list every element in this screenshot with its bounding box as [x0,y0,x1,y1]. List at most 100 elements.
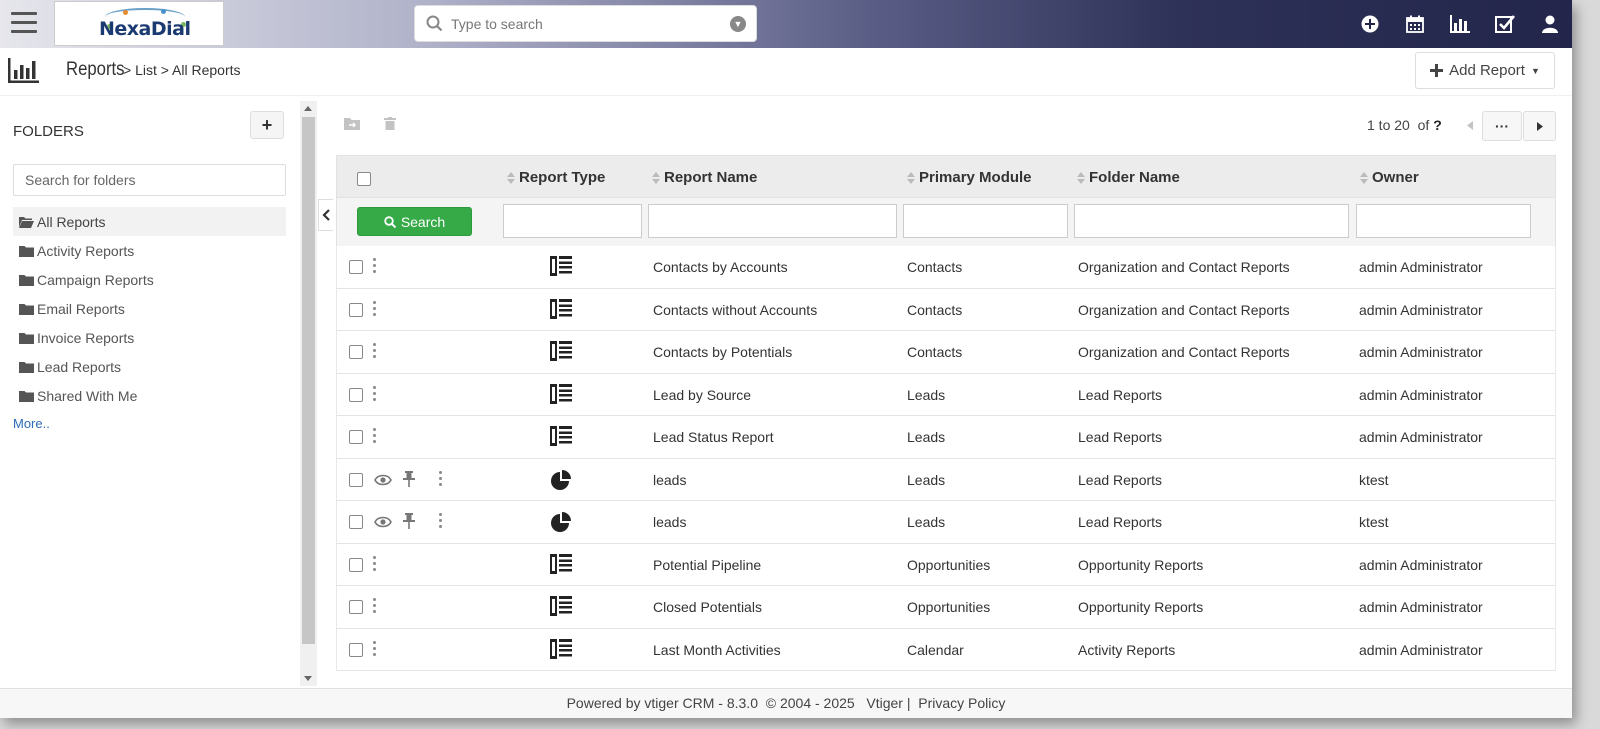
row-actions-kebab-icon[interactable] [373,598,377,613]
footer-vtiger-link[interactable]: Vtiger [866,695,903,711]
folder-item[interactable]: Campaign Reports [13,265,286,294]
view-eye-icon[interactable] [374,516,392,528]
delete-trash-icon[interactable] [384,117,396,130]
row-checkbox[interactable] [349,472,363,487]
row-actions-kebab-icon[interactable] [373,428,377,443]
search-options-dropdown-icon[interactable]: ▼ [730,16,746,32]
row-actions-kebab-icon[interactable] [373,343,377,358]
report-name-link[interactable]: Closed Potentials [653,599,762,615]
row-checkbox[interactable] [349,515,363,529]
next-page-button[interactable] [1523,111,1556,141]
folder-search-input[interactable] [13,164,286,196]
primary-module-cell: Calendar [907,641,964,658]
folder-item[interactable]: Lead Reports [13,352,286,381]
table-row[interactable]: Closed Potentials Opportunities Opportunit… [336,586,1556,629]
filter-primary-module-input[interactable] [903,204,1068,238]
row-checkbox[interactable] [349,642,363,657]
add-folder-button[interactable]: + [250,111,284,139]
pin-icon[interactable] [403,470,415,487]
column-header-owner[interactable]: Owner [1360,169,1419,186]
hamburger-menu-icon[interactable] [11,12,37,34]
add-report-button[interactable]: Add Report ▼ [1415,52,1555,89]
task-checkbox-icon[interactable] [1482,0,1527,48]
logo-dot [161,9,166,14]
plus-icon [1430,64,1444,77]
folder-item[interactable]: All Reports [13,207,286,236]
filter-report-name-input[interactable] [648,204,897,238]
pin-icon[interactable] [403,513,415,529]
table-row[interactable]: Contacts by Accounts Contacts Organization… [336,246,1556,289]
search-button[interactable]: Search [357,207,472,236]
report-name-link[interactable]: Contacts without Accounts [653,302,817,318]
sidebar-scrollbar[interactable] [300,101,317,686]
row-checkbox[interactable] [349,345,363,359]
collapse-sidebar-button[interactable] [318,199,334,231]
filter-folder-name-input[interactable] [1074,204,1349,238]
view-eye-icon[interactable] [374,474,392,486]
sort-icon [507,171,515,184]
filter-report-type-input[interactable] [503,204,642,238]
footer-privacy-policy-link[interactable]: Privacy Policy [918,695,1005,711]
row-checkbox[interactable] [349,600,363,614]
row-actions-kebab-icon[interactable] [373,385,377,401]
scrollbar-thumb[interactable] [302,117,315,644]
primary-module-cell: Leads [907,386,946,403]
global-search-box[interactable]: ▼ [414,5,757,42]
folder-item[interactable]: Email Reports [13,294,286,323]
scroll-up-arrow-icon[interactable] [304,106,312,111]
report-name-link[interactable]: Potential Pipeline [653,557,761,573]
row-actions-kebab-icon[interactable] [373,555,377,571]
row-actions-kebab-icon[interactable] [373,258,377,273]
company-logo[interactable]: NexaDial [54,1,224,46]
column-header-report-type[interactable]: Report Type [507,169,605,186]
column-header-folder-name[interactable]: Folder Name [1077,169,1180,186]
report-name-link[interactable]: Lead Status Report [653,429,774,445]
report-name-link[interactable]: Contacts by Potentials [653,344,792,360]
folder-item[interactable]: Shared With Me [13,381,286,410]
reports-bar-chart-icon[interactable] [1437,0,1482,48]
pagination-total[interactable]: ? [1433,117,1442,133]
scroll-down-arrow-icon[interactable] [304,676,312,681]
column-header-report-name[interactable]: Report Name [652,169,757,186]
column-header-primary-module[interactable]: Primary Module [907,169,1032,186]
table-row[interactable]: Contacts by Potentials Contacts Organizati… [336,331,1556,374]
row-actions-kebab-icon[interactable] [373,300,377,316]
row-checkbox[interactable] [349,387,363,402]
table-row[interactable]: Last Month Activities Calendar Activity Re… [336,628,1556,671]
report-name-link[interactable]: leads [653,514,686,530]
move-folder-icon[interactable] [344,117,360,130]
report-name-link[interactable]: Lead by Source [653,387,751,403]
global-search-input[interactable] [451,14,711,34]
row-actions-kebab-icon[interactable] [373,640,377,656]
row-checkbox[interactable] [349,260,363,274]
more-folders-link[interactable]: More.. [13,416,50,431]
report-name-link[interactable]: Last Month Activities [653,642,781,658]
table-row[interactable]: leads Leads Lead Reports ktest [336,501,1556,544]
report-name-link[interactable]: Contacts by Accounts [653,259,788,275]
folder-item[interactable]: Activity Reports [13,236,286,265]
filter-owner-input[interactable] [1356,204,1531,238]
quick-create-plus-circle-icon[interactable] [1347,0,1392,48]
sort-icon [652,171,660,184]
row-actions-kebab-icon[interactable] [439,470,443,486]
row-checkbox[interactable] [349,302,363,317]
table-row[interactable]: Lead Status Report Leads Lead Reports admin… [336,416,1556,459]
user-profile-icon[interactable] [1527,0,1572,48]
page-jump-button[interactable]: ··· [1482,111,1522,141]
breadcrumb-module-reports[interactable]: Reports [66,59,125,81]
select-all-checkbox[interactable] [357,172,371,186]
row-checkbox[interactable] [349,430,363,444]
table-row[interactable]: Potential Pipeline Opportunities Opportuni… [336,543,1556,586]
report-name-link[interactable]: leads [653,472,686,488]
breadcrumb-path[interactable]: > List > All Reports [123,62,241,78]
previous-page-button[interactable] [1459,111,1481,139]
table-row[interactable]: Lead by Source Leads Lead Reports admin Adm… [336,373,1556,416]
row-actions-kebab-icon[interactable] [439,513,443,528]
chevron-left-icon [322,209,330,221]
calendar-icon[interactable] [1392,0,1437,48]
table-row[interactable]: leads Leads Lead Reports ktest [336,458,1556,501]
folder-item[interactable]: Invoice Reports [13,323,286,352]
table-row[interactable]: Contacts without Accounts Contacts Organiz… [336,288,1556,331]
reports-module-icon[interactable] [8,58,39,83]
row-checkbox[interactable] [349,557,363,572]
